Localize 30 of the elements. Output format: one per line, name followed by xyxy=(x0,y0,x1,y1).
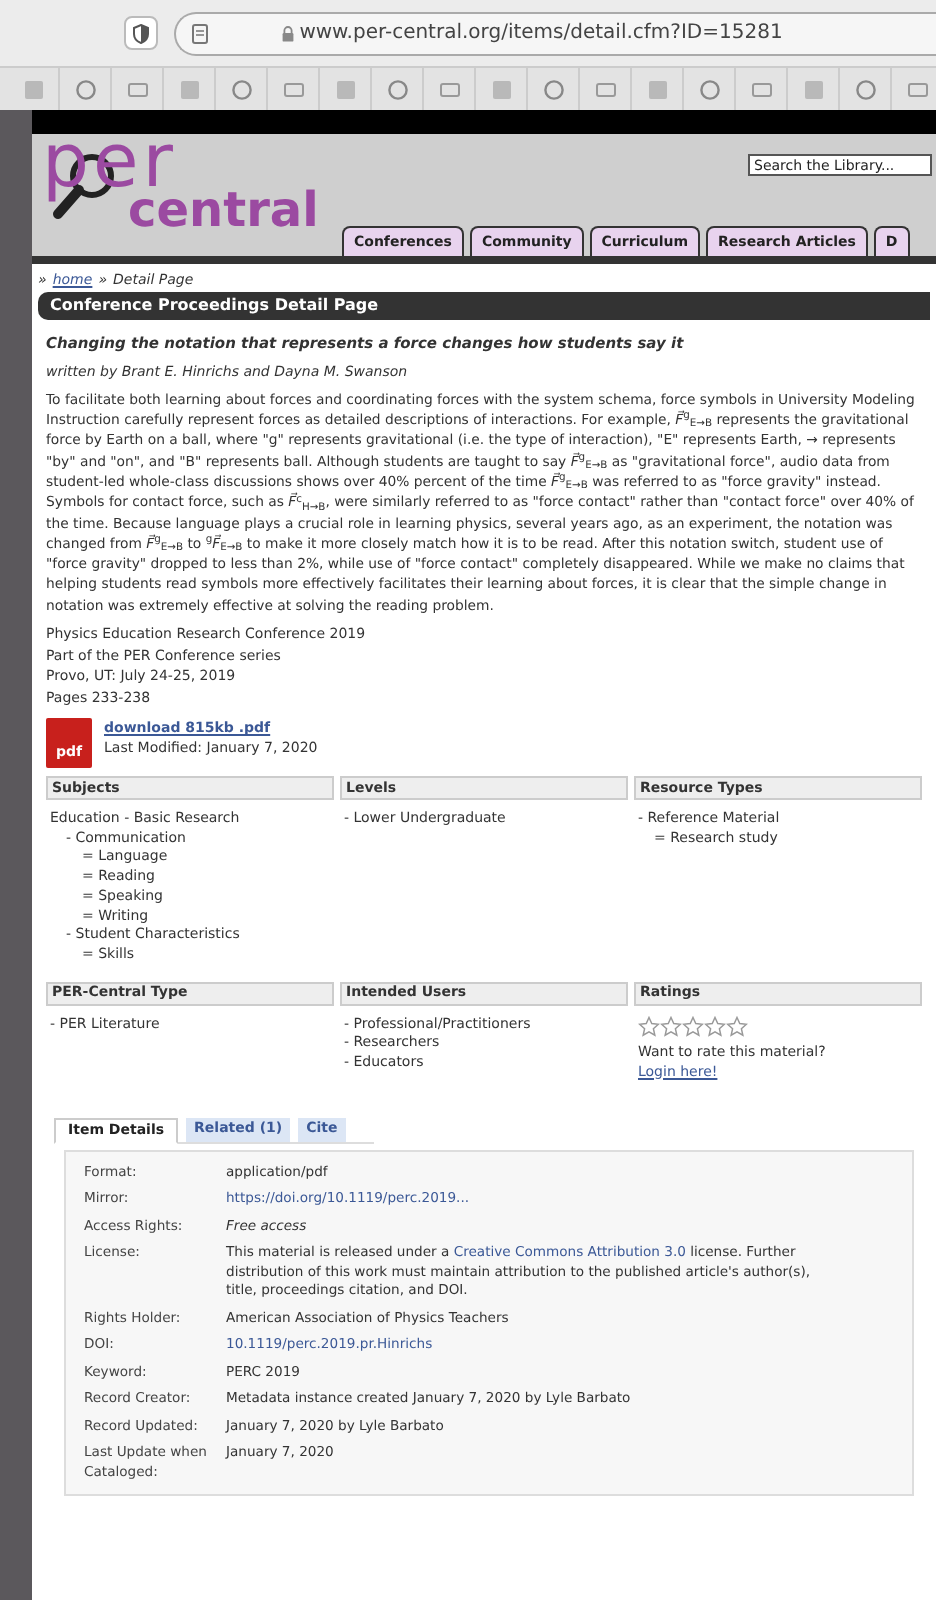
bookmark-icon[interactable] xyxy=(387,79,407,99)
bookmark-icon[interactable] xyxy=(127,79,147,99)
bookmark-icon[interactable] xyxy=(335,79,355,99)
shield-icon xyxy=(132,23,150,43)
bookmark-icon[interactable] xyxy=(647,79,667,99)
address-bar[interactable]: www.per-central.org/items/detail.cfm?ID=15281 xyxy=(174,11,936,55)
star-icon[interactable] xyxy=(660,1015,682,1038)
bookmark-icon[interactable] xyxy=(231,79,251,99)
bookmark-icon[interactable] xyxy=(491,79,511,99)
page-icon xyxy=(192,23,208,43)
bookmark-icon[interactable] xyxy=(803,79,823,99)
bookmark-icon[interactable] xyxy=(23,79,43,99)
bookmark-icon[interactable] xyxy=(751,79,771,99)
star-icon[interactable] xyxy=(704,1015,726,1038)
star-icon[interactable] xyxy=(682,1015,704,1038)
lock-icon xyxy=(281,25,294,41)
bookmark-icon[interactable] xyxy=(439,79,459,99)
bookmark-icon[interactable] xyxy=(543,79,563,99)
bookmark-icon[interactable] xyxy=(283,79,303,99)
star-icon[interactable] xyxy=(638,1015,660,1038)
bookmark-icon[interactable] xyxy=(699,79,719,99)
bookmark-icon[interactable] xyxy=(595,79,615,99)
bookmark-icon[interactable] xyxy=(855,79,875,99)
bookmark-icon[interactable] xyxy=(75,79,95,99)
bookmark-icon[interactable] xyxy=(907,79,927,99)
url-text: www.per-central.org/items/detail.cfm?ID=15281 xyxy=(299,20,783,48)
privacy-shield-button[interactable] xyxy=(124,16,158,50)
star-icon[interactable] xyxy=(726,1015,748,1038)
bookmark-icon[interactable] xyxy=(179,79,199,99)
section-title: Conference Proceedings Detail Page xyxy=(50,294,379,318)
